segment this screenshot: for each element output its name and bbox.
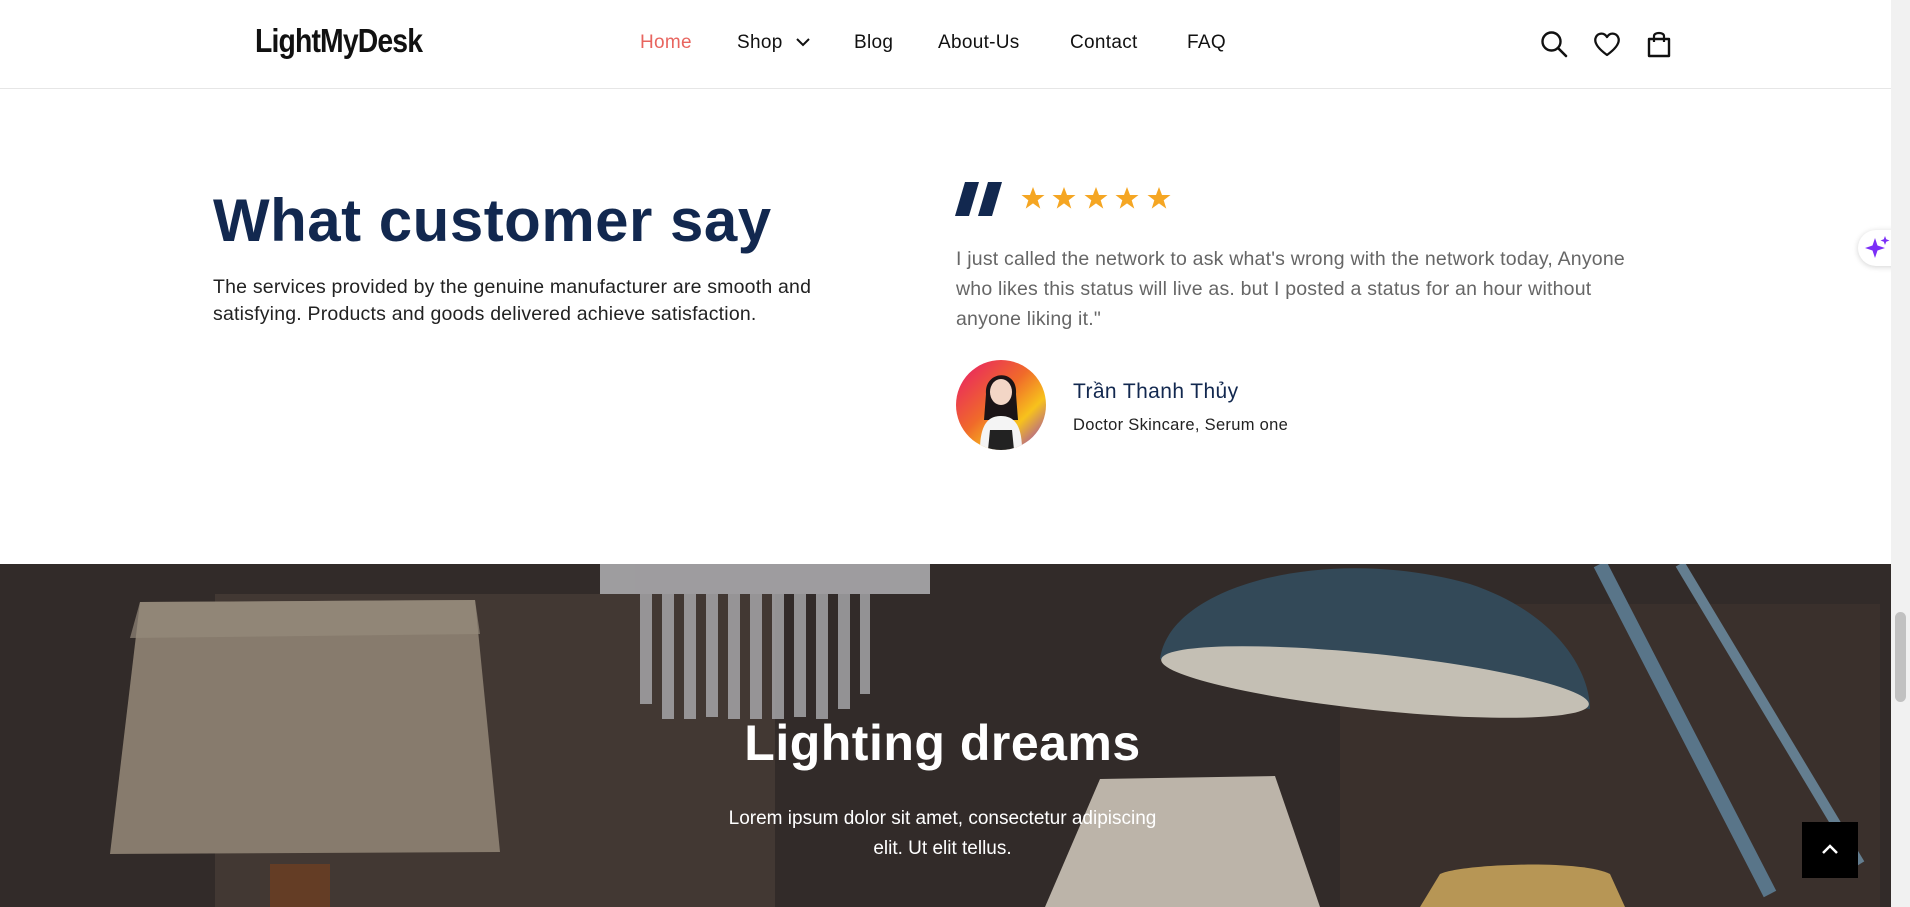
star-icon xyxy=(1084,187,1108,209)
nav-faq[interactable]: FAQ xyxy=(1187,32,1226,54)
nav-shop[interactable]: Shop xyxy=(737,32,810,54)
nav-contact[interactable]: Contact xyxy=(1070,32,1138,54)
star-rating xyxy=(1021,186,1174,214)
nav-home[interactable]: Home xyxy=(640,32,692,54)
banner-title: Lighting dreams xyxy=(744,715,1141,771)
shopping-bag-icon[interactable] xyxy=(1644,29,1674,59)
banner-subtitle: Lorem ipsum dolor sit amet, consectetur … xyxy=(728,808,1157,859)
page-scrollbar[interactable] xyxy=(1891,0,1910,907)
section-description: The services provided by the genuine man… xyxy=(213,276,812,325)
site-logo[interactable]: LightMyDesk xyxy=(255,22,423,60)
section-title: What customer say xyxy=(213,187,772,254)
star-icon xyxy=(1147,187,1171,209)
nav-shop-label: Shop xyxy=(737,32,783,53)
star-icon xyxy=(1052,187,1076,209)
reviewer-name: Trần Thanh Thủy xyxy=(1073,380,1239,403)
quote-icon xyxy=(955,182,1002,216)
search-icon[interactable] xyxy=(1539,29,1569,59)
avatar-figure xyxy=(980,375,1022,450)
chevron-down-icon xyxy=(796,38,810,47)
reviewer-avatar xyxy=(956,360,1046,450)
star-icon xyxy=(1115,187,1139,209)
scrollbar-thumb[interactable] xyxy=(1895,612,1906,702)
hero-banner: Lighting dreams Lorem ipsum dolor sit am… xyxy=(0,564,1891,907)
nav-blog[interactable]: Blog xyxy=(854,32,893,54)
back-to-top-button[interactable] xyxy=(1802,822,1858,878)
review-text: I just called the network to ask what's … xyxy=(956,248,1625,330)
star-icon xyxy=(1021,187,1045,209)
chevron-up-icon xyxy=(1822,844,1838,854)
site-header: LightMyDesk Home Shop Blog About-Us Cont… xyxy=(0,0,1891,89)
nav-about-us[interactable]: About-Us xyxy=(938,32,1020,54)
reviewer-role: Doctor Skincare, Serum one xyxy=(1073,416,1289,434)
heart-icon[interactable] xyxy=(1592,29,1622,59)
